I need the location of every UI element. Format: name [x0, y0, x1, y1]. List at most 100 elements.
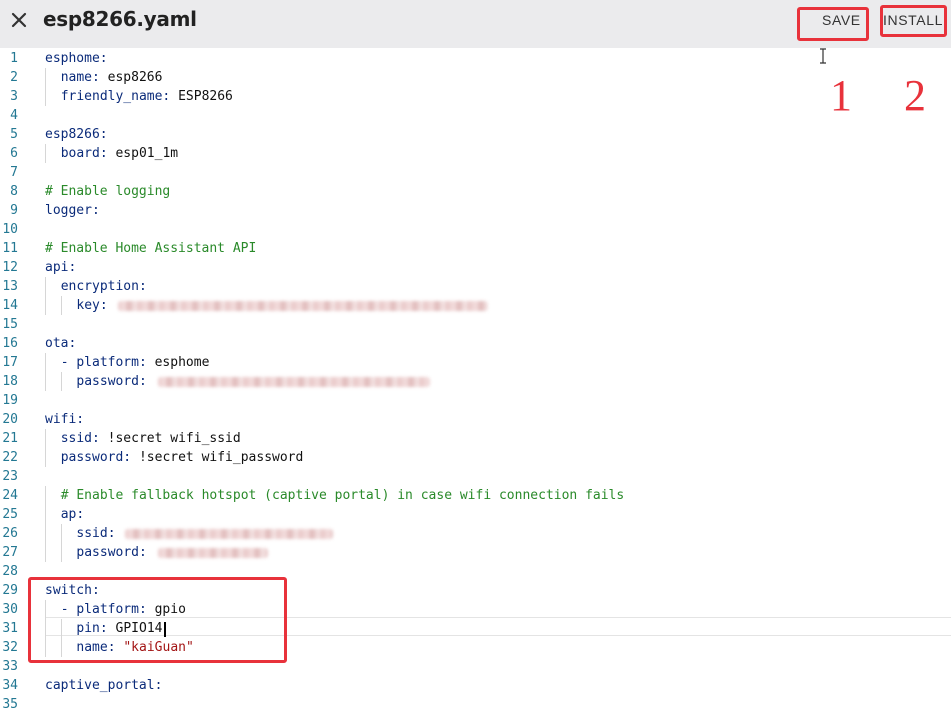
redacted-value [158, 548, 268, 558]
redacted-value [158, 377, 430, 387]
redacted-value [125, 529, 333, 539]
line-number: 17 [2, 355, 18, 370]
code-text: name: esp8266 [61, 68, 163, 87]
indent-guide [45, 505, 46, 524]
line-number: 8 [10, 184, 18, 199]
yaml-key: password: [76, 545, 147, 560]
code-text: ssid: !secret wifi_ssid [61, 429, 241, 448]
code-line[interactable]: 3 friendly_name: ESP8266 [0, 87, 951, 106]
line-number: 3 [10, 89, 18, 104]
code-comment: # Enable logging [45, 184, 171, 199]
line-number: 5 [10, 127, 18, 142]
indent-guide [45, 524, 46, 543]
line-number: 13 [2, 279, 18, 294]
yaml-key: esp8266: [45, 127, 108, 142]
line-number: 28 [2, 564, 18, 579]
code-comment: # Enable fallback hotspot (captive porta… [60, 488, 625, 503]
code-line[interactable]: 5 esp8266: [0, 125, 951, 144]
indent-guide [45, 429, 46, 448]
code-line[interactable]: 13 encryption: [0, 277, 951, 296]
line-number: 16 [2, 336, 18, 351]
code-comment: # Enable Home Assistant API [45, 241, 257, 256]
yaml-key: ssid: [60, 431, 100, 446]
line-number: 30 [2, 602, 18, 617]
switch-block-highlight-box [28, 577, 287, 663]
indent-guide [45, 68, 46, 87]
code-line[interactable]: 34 captive_portal: [0, 676, 951, 695]
yaml-key: encryption: [60, 279, 147, 294]
code-text: key: [76, 296, 107, 315]
yaml-key: friendly_name: [60, 89, 171, 104]
yaml-key: ap: [60, 507, 85, 522]
line-number: 25 [2, 507, 18, 522]
close-icon[interactable] [9, 10, 29, 30]
code-line[interactable]: 18 password: [0, 372, 951, 391]
yaml-key: ssid: [76, 526, 116, 541]
line-number: 15 [2, 317, 18, 332]
line-number: 1 [10, 51, 18, 66]
yaml-key: - platform: [60, 355, 147, 370]
line-number: 20 [2, 412, 18, 427]
yaml-value: esphome [146, 355, 210, 370]
line-number: 34 [2, 678, 18, 693]
code-line[interactable]: 1 esphome: [0, 49, 951, 68]
line-number: 22 [2, 450, 18, 465]
indent-guide [60, 524, 62, 543]
code-text: password: [76, 543, 146, 562]
code-line[interactable]: 15 [0, 315, 951, 334]
code-line[interactable]: 11 # Enable Home Assistant API [0, 239, 951, 258]
line-number: 14 [2, 298, 18, 313]
install-highlight-box [880, 5, 947, 37]
code-line[interactable]: 22 password: !secret wifi_password [0, 448, 951, 467]
yaml-key: password: [60, 450, 132, 465]
line-number: 9 [10, 203, 18, 218]
code-text: password: !secret wifi_password [61, 448, 304, 467]
code-text: encryption: [61, 277, 147, 296]
yaml-key: ota: [45, 336, 77, 351]
indent-guide [45, 296, 46, 315]
line-number: 11 [2, 241, 18, 256]
code-line[interactable]: 16 ota: [0, 334, 951, 353]
indent-guide [45, 543, 46, 562]
line-number: 27 [2, 545, 18, 560]
yaml-value: !secret wifi_ssid [99, 431, 241, 446]
code-line[interactable]: 12 api: [0, 258, 951, 277]
code-line[interactable]: 21 ssid: !secret wifi_ssid [0, 429, 951, 448]
code-line[interactable]: 4 [0, 106, 951, 125]
code-line[interactable]: 6 board: esp01_1m [0, 144, 951, 163]
code-line[interactable]: 9 logger: [0, 201, 951, 220]
redacted-value [118, 301, 488, 311]
indent-guide [45, 486, 46, 505]
code-line[interactable]: 19 [0, 391, 951, 410]
code-line[interactable]: 8 # Enable logging [0, 182, 951, 201]
line-number: 18 [2, 374, 18, 389]
code-line[interactable]: 17 - platform: esphome [0, 353, 951, 372]
yaml-value: !secret wifi_password [131, 450, 304, 465]
code-line[interactable]: 25 ap: [0, 505, 951, 524]
code-line[interactable]: 23 [0, 467, 951, 486]
indent-guide [45, 353, 46, 372]
indent-guide [60, 296, 62, 315]
yaml-key: board: [60, 146, 108, 161]
code-text: ap: [61, 505, 84, 524]
line-number: 32 [2, 640, 18, 655]
code-line[interactable]: 35 [0, 695, 951, 714]
code-line[interactable]: 10 [0, 220, 951, 239]
code-text: api: [45, 258, 76, 277]
line-number: 26 [2, 526, 18, 541]
code-text: ssid: [76, 524, 115, 543]
yaml-key: logger: [45, 203, 100, 218]
code-line[interactable]: 20 wifi: [0, 410, 951, 429]
code-line[interactable]: 27 password: [0, 543, 951, 562]
yaml-key: captive_portal: [45, 678, 163, 693]
code-text: ota: [45, 334, 76, 353]
line-number: 31 [2, 621, 18, 636]
indent-guide [45, 277, 46, 296]
yaml-key: api: [45, 260, 77, 275]
line-number: 21 [2, 431, 18, 446]
line-number: 29 [2, 583, 18, 598]
code-text: password: [76, 372, 146, 391]
code-line[interactable]: 24 # Enable fallback hotspot (captive por… [0, 486, 951, 505]
code-line[interactable]: 7 [0, 163, 951, 182]
code-line[interactable]: 2 name: esp8266 [0, 68, 951, 87]
